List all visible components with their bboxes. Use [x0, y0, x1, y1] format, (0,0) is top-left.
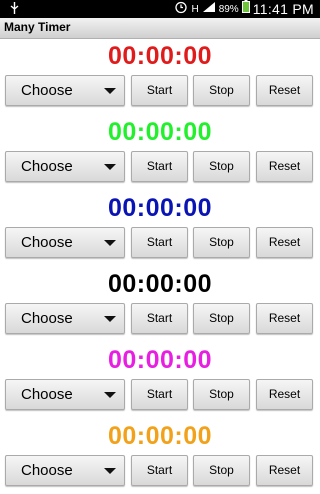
- network-type: H: [191, 3, 199, 15]
- start-button[interactable]: Start: [131, 455, 188, 486]
- stop-button[interactable]: Stop: [193, 379, 250, 410]
- start-button[interactable]: Start: [131, 151, 188, 182]
- timer-display: 00:00:00: [107, 42, 213, 70]
- stop-button[interactable]: Stop: [193, 151, 250, 182]
- dropdown-caret-icon: [104, 392, 116, 398]
- choose-dropdown[interactable]: Choose: [5, 75, 125, 106]
- dropdown-caret-icon: [104, 468, 116, 474]
- timer-block: 00:00:00 Choose Start Stop Reset: [0, 114, 320, 190]
- reset-button[interactable]: Reset: [256, 303, 313, 334]
- timer-display: 00:00:00: [107, 422, 213, 450]
- reset-button[interactable]: Reset: [256, 379, 313, 410]
- battery-icon: [241, 0, 250, 18]
- timer-display: 00:00:00: [107, 118, 213, 146]
- timer-block: 00:00:00 Choose Start Stop Reset: [0, 190, 320, 266]
- battery-percent: 89%: [218, 3, 239, 15]
- timer-block: 00:00:00 Choose Start Stop Reset: [0, 266, 320, 342]
- choose-label: Choose: [21, 462, 73, 479]
- choose-label: Choose: [21, 386, 73, 403]
- start-button[interactable]: Start: [131, 75, 188, 106]
- dropdown-caret-icon: [104, 240, 116, 246]
- choose-label: Choose: [21, 82, 73, 99]
- status-bar: H 89% 11:41 PM: [0, 0, 320, 18]
- choose-dropdown[interactable]: Choose: [5, 227, 125, 258]
- reset-button[interactable]: Reset: [256, 75, 313, 106]
- signal-icon: [202, 0, 216, 18]
- choose-label: Choose: [21, 234, 73, 251]
- timer-list: 00:00:00 Choose Start Stop Reset 00:00:0…: [0, 38, 320, 494]
- stop-button[interactable]: Stop: [193, 227, 250, 258]
- timer-block: 00:00:00 Choose Start Stop Reset: [0, 418, 320, 494]
- stop-button[interactable]: Stop: [193, 303, 250, 334]
- reset-button[interactable]: Reset: [256, 151, 313, 182]
- choose-dropdown[interactable]: Choose: [5, 379, 125, 410]
- stop-button[interactable]: Stop: [193, 75, 250, 106]
- app-title: Many Timer: [4, 20, 71, 34]
- timer-display: 00:00:00: [107, 194, 213, 222]
- timer-display: 00:00:00: [107, 346, 213, 374]
- choose-label: Choose: [21, 310, 73, 327]
- choose-dropdown[interactable]: Choose: [5, 303, 125, 334]
- choose-dropdown[interactable]: Choose: [5, 455, 125, 486]
- app-title-bar: Many Timer: [0, 18, 320, 39]
- start-button[interactable]: Start: [131, 379, 188, 410]
- timer-block: 00:00:00 Choose Start Stop Reset: [0, 38, 320, 114]
- timer-block: 00:00:00 Choose Start Stop Reset: [0, 342, 320, 418]
- timer-display: 00:00:00: [107, 270, 213, 298]
- reset-button[interactable]: Reset: [256, 455, 313, 486]
- alarm-icon: [174, 0, 188, 19]
- status-time: 11:41 PM: [252, 1, 314, 17]
- choose-dropdown[interactable]: Choose: [5, 151, 125, 182]
- choose-label: Choose: [21, 158, 73, 175]
- reset-button[interactable]: Reset: [256, 227, 313, 258]
- dropdown-caret-icon: [104, 88, 116, 94]
- stop-button[interactable]: Stop: [193, 455, 250, 486]
- dropdown-caret-icon: [104, 316, 116, 322]
- usb-icon: [10, 2, 19, 18]
- start-button[interactable]: Start: [131, 227, 188, 258]
- start-button[interactable]: Start: [131, 303, 188, 334]
- dropdown-caret-icon: [104, 164, 116, 170]
